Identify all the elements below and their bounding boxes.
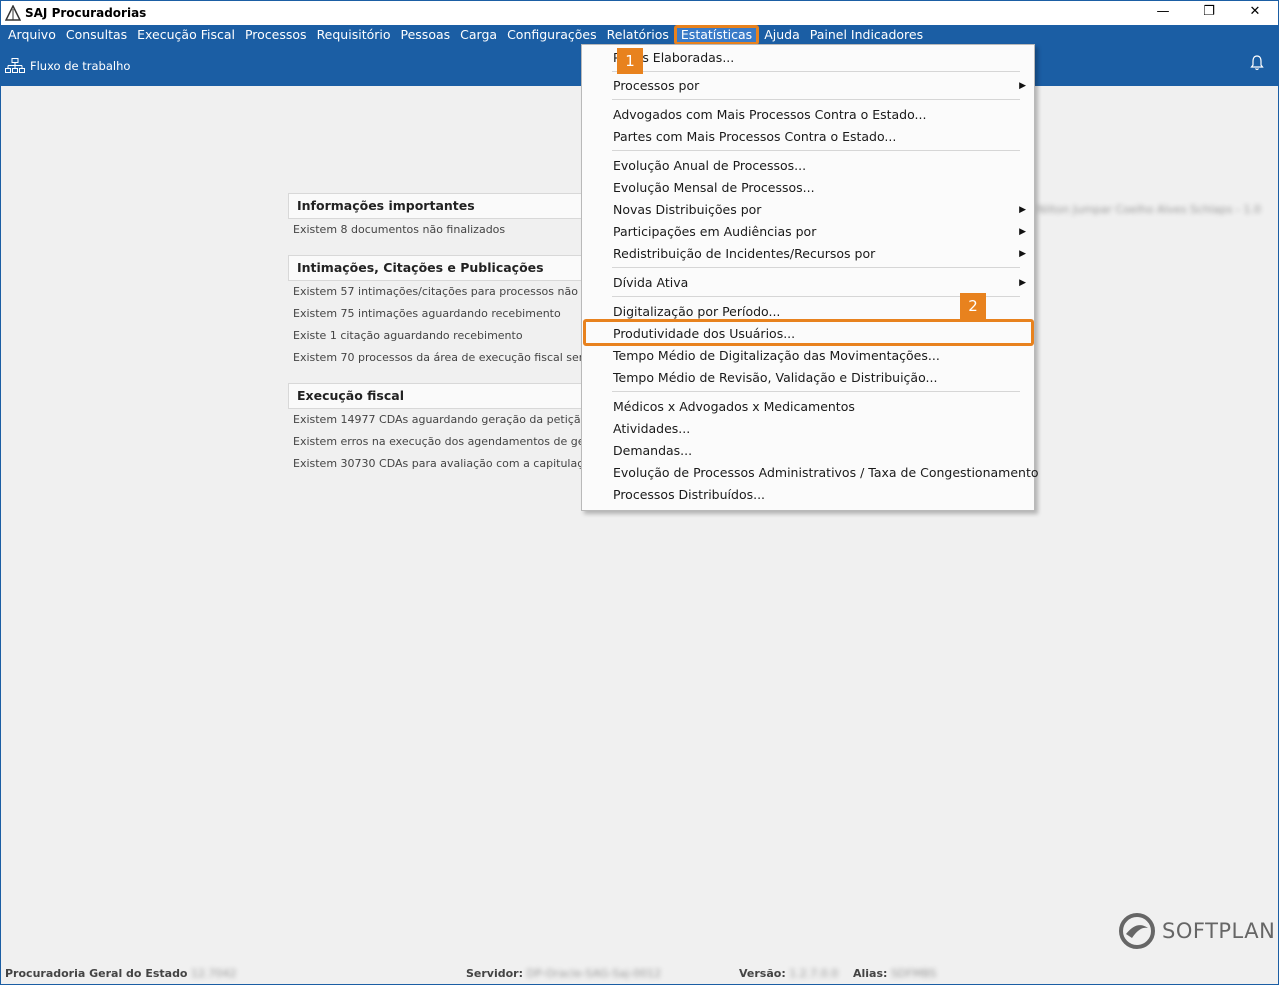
menu-item-medicos[interactable]: Médicos x Advogados x Medicamentos — [613, 397, 855, 417]
menu-separator — [612, 99, 1020, 100]
workflow-icon — [5, 57, 25, 73]
menu-item-evolucao-mensal[interactable]: Evolução Mensal de Processos... — [613, 178, 815, 198]
menu-item-partes[interactable]: Partes com Mais Processos Contra o Estad… — [613, 127, 896, 147]
panel-line[interactable]: Existem 30730 CDAs para avaliação com a … — [288, 453, 588, 475]
title-bar: SAJ Procuradorias — ❐ ✕ — [1, 1, 1278, 25]
status-alias-label: Alias: — [853, 967, 888, 980]
softplan-logo: SOFTPLAN — [1118, 912, 1275, 950]
panel-title: Execução fiscal — [288, 383, 588, 409]
panel-line[interactable]: Existem erros na execução dos agendament… — [288, 431, 588, 453]
workflow-label: Fluxo de trabalho — [30, 58, 131, 73]
submenu-arrow-icon: ▶ — [1019, 278, 1026, 288]
menu-item-tempo-revisao[interactable]: Tempo Médio de Revisão, Validação e Dist… — [613, 368, 937, 388]
panel-line[interactable]: Existem 75 intimações aguardando recebim… — [288, 303, 588, 325]
menu-requisitorio[interactable]: Requisitório — [312, 25, 396, 45]
submenu-arrow-icon: ▶ — [1019, 227, 1026, 237]
menu-relatorios[interactable]: Relatórios — [602, 25, 674, 45]
menu-configuracoes[interactable]: Configurações — [502, 25, 602, 45]
menu-processos[interactable]: Processos — [240, 25, 312, 45]
menu-separator — [612, 391, 1020, 392]
menu-bar: Arquivo Consultas Execução Fiscal Proces… — [1, 25, 1278, 45]
menu-separator — [612, 267, 1020, 268]
callout-marker-1: 1 — [617, 48, 643, 74]
menu-separator — [612, 150, 1020, 151]
panel-intimacoes: Intimações, Citações e Publicações Exist… — [288, 255, 588, 369]
menu-separator — [612, 71, 1020, 72]
menu-painel-indicadores[interactable]: Painel Indicadores — [805, 25, 928, 45]
status-server: Servidor: DP-Oracle-SAG-Saj-0012 — [466, 967, 661, 980]
status-alias: Alias: SDFMBS — [853, 967, 937, 980]
menu-item-processos-por[interactable]: Processos por — [613, 76, 699, 96]
minimize-button[interactable]: — — [1140, 1, 1186, 21]
status-version-value: 1.2.7.0.0 — [789, 967, 839, 980]
status-server-label: Servidor: — [466, 967, 524, 980]
status-server-value: DP-Oracle-SAG-Saj-0012 — [526, 967, 662, 980]
status-alias-value: SDFMBS — [890, 967, 937, 980]
panel-line[interactable]: Existem 70 processos da área de execução… — [288, 347, 588, 369]
menu-item-processos-distribuidos[interactable]: Processos Distribuídos... — [613, 485, 765, 505]
menu-ajuda[interactable]: Ajuda — [759, 25, 805, 45]
menu-item-advogados[interactable]: Advogados com Mais Processos Contra o Es… — [613, 105, 926, 125]
callout-marker-2: 2 — [960, 293, 986, 319]
notification-bell-icon[interactable] — [1250, 55, 1264, 71]
panel-line[interactable]: Existe 1 citação aguardando recebimento — [288, 325, 588, 347]
menu-pessoas[interactable]: Pessoas — [396, 25, 456, 45]
softplan-logo-icon — [1119, 913, 1155, 949]
status-org: Procuradoria Geral do Estado 12.7042 — [5, 967, 237, 980]
menu-item-tempo-digitalizacao[interactable]: Tempo Médio de Digitalização das Movimen… — [613, 346, 940, 366]
status-org-value: 12.7042 — [191, 967, 237, 980]
panel-line[interactable]: Existem 57 intimações/citações para proc… — [288, 281, 588, 303]
menu-item-redistribuicao[interactable]: Redistribuição de Incidentes/Recursos po… — [613, 244, 875, 264]
estatisticas-dropdown: Peças Elaboradas... Processos por ▶ Advo… — [581, 44, 1039, 511]
user-info-blurred: Nilton Jumpar Coelho Alves Schlaps - 1.0 — [1037, 203, 1262, 216]
menu-separator — [612, 296, 1020, 297]
submenu-arrow-icon: ▶ — [1019, 205, 1026, 215]
window-title: SAJ Procuradorias — [25, 6, 147, 20]
restore-button[interactable]: ❐ — [1186, 1, 1232, 21]
panel-execucao-fiscal: Execução fiscal Existem 14977 CDAs aguar… — [288, 383, 588, 475]
status-org-label: Procuradoria Geral do Estado — [5, 967, 188, 980]
menu-item-evolucao-administrativos[interactable]: Evolução de Processos Administrativos / … — [613, 463, 1039, 483]
status-version: Versão: 1.2.7.0.0 — [739, 967, 838, 980]
app-logo-icon — [5, 5, 21, 21]
workflow-button[interactable]: Fluxo de trabalho — [5, 57, 131, 74]
menu-arquivo[interactable]: Arquivo — [3, 25, 61, 45]
panel-line[interactable]: Existem 14977 CDAs aguardando geração da… — [288, 409, 588, 431]
submenu-arrow-icon: ▶ — [1019, 81, 1026, 91]
softplan-logo-text: SOFTPLAN — [1162, 919, 1276, 943]
highlight-produtividade — [583, 319, 1034, 346]
panel-informacoes-importantes: Informações importantes Existem 8 docume… — [288, 193, 588, 241]
menu-item-atividades[interactable]: Atividades... — [613, 419, 690, 439]
menu-item-evolucao-anual[interactable]: Evolução Anual de Processos... — [613, 156, 806, 176]
menu-item-participacoes[interactable]: Participações em Audiências por — [613, 222, 816, 242]
status-bar: Procuradoria Geral do Estado 12.7042 Ser… — [1, 964, 1278, 984]
menu-item-novas-distribuicoes[interactable]: Novas Distribuições por — [613, 200, 761, 220]
panel-line[interactable]: Existem 8 documentos não finalizados — [288, 219, 588, 241]
menu-estatisticas[interactable]: Estatísticas — [673, 25, 760, 45]
close-button[interactable]: ✕ — [1232, 1, 1278, 21]
menu-item-divida-ativa[interactable]: Dívida Ativa — [613, 273, 688, 293]
menu-carga[interactable]: Carga — [455, 25, 502, 45]
panel-title: Intimações, Citações e Publicações — [288, 255, 588, 281]
panel-title: Informações importantes — [288, 193, 588, 219]
menu-item-demandas[interactable]: Demandas... — [613, 441, 692, 461]
status-version-label: Versão: — [739, 967, 786, 980]
menu-consultas[interactable]: Consultas — [61, 25, 132, 45]
menu-execucao-fiscal[interactable]: Execução Fiscal — [132, 25, 240, 45]
submenu-arrow-icon: ▶ — [1019, 249, 1026, 259]
